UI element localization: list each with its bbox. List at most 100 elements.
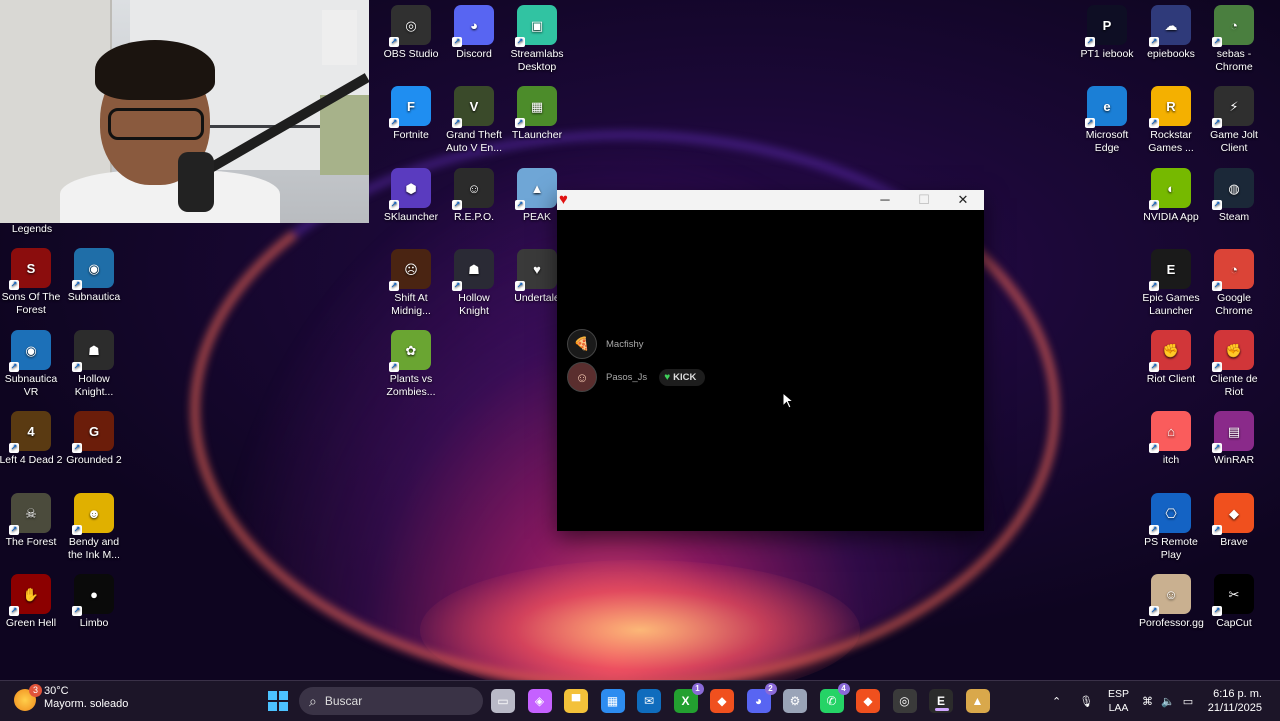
capcut-icon: ✂ ↗ <box>1212 574 1254 616</box>
desktop-icon-game-jolt-client[interactable]: ⚡ ↗ Game Jolt Client <box>1202 86 1266 155</box>
taskbar-app-microsoft-store[interactable]: ▦ <box>600 689 625 713</box>
taskbar-app-epic-games[interactable]: E <box>929 689 953 713</box>
desktop-icon-streamlabs-desktop[interactable]: ▣ ↗ Streamlabs Desktop <box>505 5 569 74</box>
icon-glyph: ◔ <box>1230 17 1238 33</box>
green-hell-icon: ✋ ↗ <box>9 574 51 616</box>
maximize-button[interactable]: ☐ <box>905 190 943 210</box>
desktop-icon-google-chrome[interactable]: ◔ ↗ Google Chrome <box>1202 249 1266 318</box>
search-box[interactable]: ⌕ Buscar <box>299 687 483 715</box>
shortcut-arrow-icon: ↗ <box>9 443 19 453</box>
microphone-icon[interactable]: 🎙 <box>1079 695 1093 708</box>
desktop-icon-porofessor-gg[interactable]: ☺ ↗ Porofessor.gg <box>1139 574 1204 630</box>
desktop-icon-winrar[interactable]: ▤ ↗ WinRAR <box>1202 411 1266 467</box>
taskbar-app-discord[interactable]: ◕ 2 <box>746 683 777 713</box>
desktop-icon-capcut[interactable]: ✂ ↗ CapCut <box>1202 574 1266 630</box>
chevron-up-icon[interactable]: ⌃ <box>1052 695 1061 708</box>
desktop-icon-cliente-de-riot[interactable]: ✊ ↗ Cliente de Riot <box>1202 330 1266 399</box>
desktop-icon-sklauncher[interactable]: ⬢ ↗ SKlauncher <box>379 168 443 224</box>
icon-glyph: ▦ <box>530 98 544 114</box>
shortcut-arrow-icon: ↗ <box>72 280 82 290</box>
desktop-icon-epiebooks[interactable]: ☁ ↗ epiebooks <box>1139 5 1203 61</box>
shortcut-arrow-icon: ↗ <box>389 200 399 210</box>
taskbar-app-whatsapp[interactable]: ✆ 4 <box>819 683 850 713</box>
shortcut-arrow-icon: ↗ <box>452 281 462 291</box>
desktop-icon-tlauncher[interactable]: ▦ ↗ TLauncher <box>505 86 569 142</box>
shortcut-arrow-icon: ↗ <box>389 362 399 372</box>
discord-icon: ◕ ↗ <box>452 5 494 47</box>
minimize-button[interactable]: ─ <box>866 190 904 210</box>
icon-label: NVIDIA App <box>1143 211 1199 223</box>
shortcut-arrow-icon: ↗ <box>452 37 462 47</box>
icon-glyph: ☗ <box>468 261 480 277</box>
desktop-icon-grounded-2[interactable]: G ↗ Grounded 2 <box>62 411 126 467</box>
start-button[interactable] <box>266 689 290 713</box>
icon-glyph: ◆ <box>1229 505 1239 521</box>
undertale-icon: ♥ ↗ <box>515 249 557 291</box>
desktop-icon-limbo[interactable]: ● ↗ Limbo <box>62 574 126 630</box>
desktop-icon-the-forest[interactable]: ☠ ↗ The Forest <box>0 493 63 549</box>
system-tray[interactable]: ⌘ 🔈 ▭ <box>1142 681 1193 721</box>
epiebooks-icon: ☁ ↗ <box>1149 5 1191 47</box>
desktop-icon-subnautica[interactable]: ◉ ↗ Subnautica <box>62 248 126 304</box>
taskbar-app-brave[interactable]: ◆ <box>710 689 734 713</box>
shortcut-arrow-icon: ↗ <box>1149 200 1159 210</box>
close-button[interactable]: ✕ <box>944 190 982 210</box>
taskbar-app-undertale[interactable]: ▲ <box>965 689 990 713</box>
icon-label: Bendy and the Ink M... <box>68 536 120 561</box>
chat-overlay-window[interactable]: ♥ ─ ☐ ✕ 🍕 Macfishy ☺ Pasos_Js ♥ KICK <box>557 190 984 531</box>
desktop-icon-brave[interactable]: ◆ ↗ Brave <box>1202 493 1266 549</box>
ps-remote-play-icon: ⎔ ↗ <box>1149 493 1191 535</box>
taskbar-app-outlook[interactable]: ✉ <box>637 689 661 713</box>
desktop-icon-grand-theft-auto-v-en[interactable]: V ↗ Grand Theft Auto V En... <box>442 86 506 155</box>
desktop-icon-epic-games-launcher[interactable]: E ↗ Epic Games Launcher <box>1139 249 1203 318</box>
desktop-icon-plants-vs-zombies[interactable]: ✿ ↗ Plants vs Zombies... <box>379 330 443 399</box>
taskbar-app-task-view[interactable]: ▭ <box>491 689 515 713</box>
desktop-icon-ps-remote-play[interactable]: ⎔ ↗ PS Remote Play <box>1139 493 1203 562</box>
shortcut-arrow-icon: ↗ <box>389 118 399 128</box>
tlauncher-icon: ▦ ↗ <box>515 86 557 128</box>
shortcut-arrow-icon: ↗ <box>9 525 19 535</box>
desktop-icon-steam[interactable]: ◍ ↗ Steam <box>1202 168 1266 224</box>
desktop-icon-discord[interactable]: ◕ ↗ Discord <box>442 5 506 61</box>
shortcut-arrow-icon: ↗ <box>9 362 19 372</box>
desktop-icon-shift-at-midnig[interactable]: ☹ ↗ Shift At Midnig... <box>379 249 443 318</box>
taskbar-app-file-explorer[interactable]: ▀ <box>564 689 588 713</box>
desktop-icon-green-hell[interactable]: ✋ ↗ Green Hell <box>0 574 63 630</box>
icon-glyph: ✋ <box>22 586 40 602</box>
desktop-icon-hollow-knight[interactable]: ☗ ↗ Hollow Knight <box>442 249 506 318</box>
desktop-icon-pt1-iebook[interactable]: P ↗ PT1 iebook <box>1075 5 1139 61</box>
desktop-icon-nvidia-app[interactable]: ◐ ↗ NVIDIA App <box>1139 168 1203 224</box>
desktop-icon-riot-client[interactable]: ✊ ↗ Riot Client <box>1139 330 1203 386</box>
icon-glyph: ☺ <box>1164 586 1178 602</box>
desktop-icon-microsoft-edge[interactable]: e ↗ Microsoft Edge <box>1075 86 1139 155</box>
desktop-icon-sebas-chrome[interactable]: ◔ ↗ sebas - Chrome <box>1202 5 1266 74</box>
desktop-icon-hollow-knight[interactable]: ☗ ↗ Hollow Knight... <box>62 330 126 399</box>
desktop-icon-itch[interactable]: ⌂ ↗ itch <box>1139 411 1203 467</box>
shortcut-arrow-icon: ↗ <box>1212 200 1222 210</box>
icon-label: Shift At Midnig... <box>391 292 431 317</box>
desktop-icon-legends[interactable]: Legends <box>0 223 64 236</box>
desktop-icon-bendy-and-the-ink-m[interactable]: ☻ ↗ Bendy and the Ink M... <box>62 493 126 562</box>
window-titlebar[interactable]: ♥ ─ ☐ ✕ <box>557 190 984 210</box>
shortcut-arrow-icon: ↗ <box>1212 37 1222 47</box>
desktop-icon-rockstar-games[interactable]: R ↗ Rockstar Games ... <box>1139 86 1203 155</box>
desktop-icon-fortnite[interactable]: F ↗ Fortnite <box>379 86 443 142</box>
desktop-icon-obs-studio[interactable]: ◎ ↗ OBS Studio <box>379 5 443 61</box>
desktop-icon-left-4-dead-2[interactable]: 4 ↗ Left 4 Dead 2 <box>0 411 63 467</box>
taskbar-app-xbox[interactable]: X1 <box>673 683 704 713</box>
microsoft-store-icon: ▦ <box>606 694 619 708</box>
desktop-icon-r-e-p-o[interactable]: ☺ ↗ R.E.P.O. <box>442 168 506 224</box>
desktop-icon-sons-of-the-forest[interactable]: S ↗ Sons Of The Forest <box>0 248 63 317</box>
taskbar-app-brave-2[interactable]: ◆ <box>856 689 880 713</box>
weather-widget[interactable]: 3 30°C Mayorm. soleado <box>14 684 128 711</box>
itch-icon: ⌂ ↗ <box>1149 411 1191 453</box>
clock[interactable]: 6:16 p. m. 21/11/2025 <box>1208 687 1262 715</box>
shortcut-arrow-icon: ↗ <box>1212 118 1222 128</box>
desktop-icon-subnautica-vr[interactable]: ◉ ↗ Subnautica VR <box>0 330 63 399</box>
taskbar-app-obs[interactable]: ◎ <box>892 689 917 713</box>
icon-label: Grounded 2 <box>66 454 122 466</box>
language-indicator[interactable]: ESP LAA <box>1108 687 1129 715</box>
left-4-dead-2-icon: 4 ↗ <box>9 411 51 453</box>
taskbar-app-settings[interactable]: ⚙ <box>783 689 807 713</box>
taskbar-app-copilot[interactable]: ◈ <box>527 689 552 713</box>
